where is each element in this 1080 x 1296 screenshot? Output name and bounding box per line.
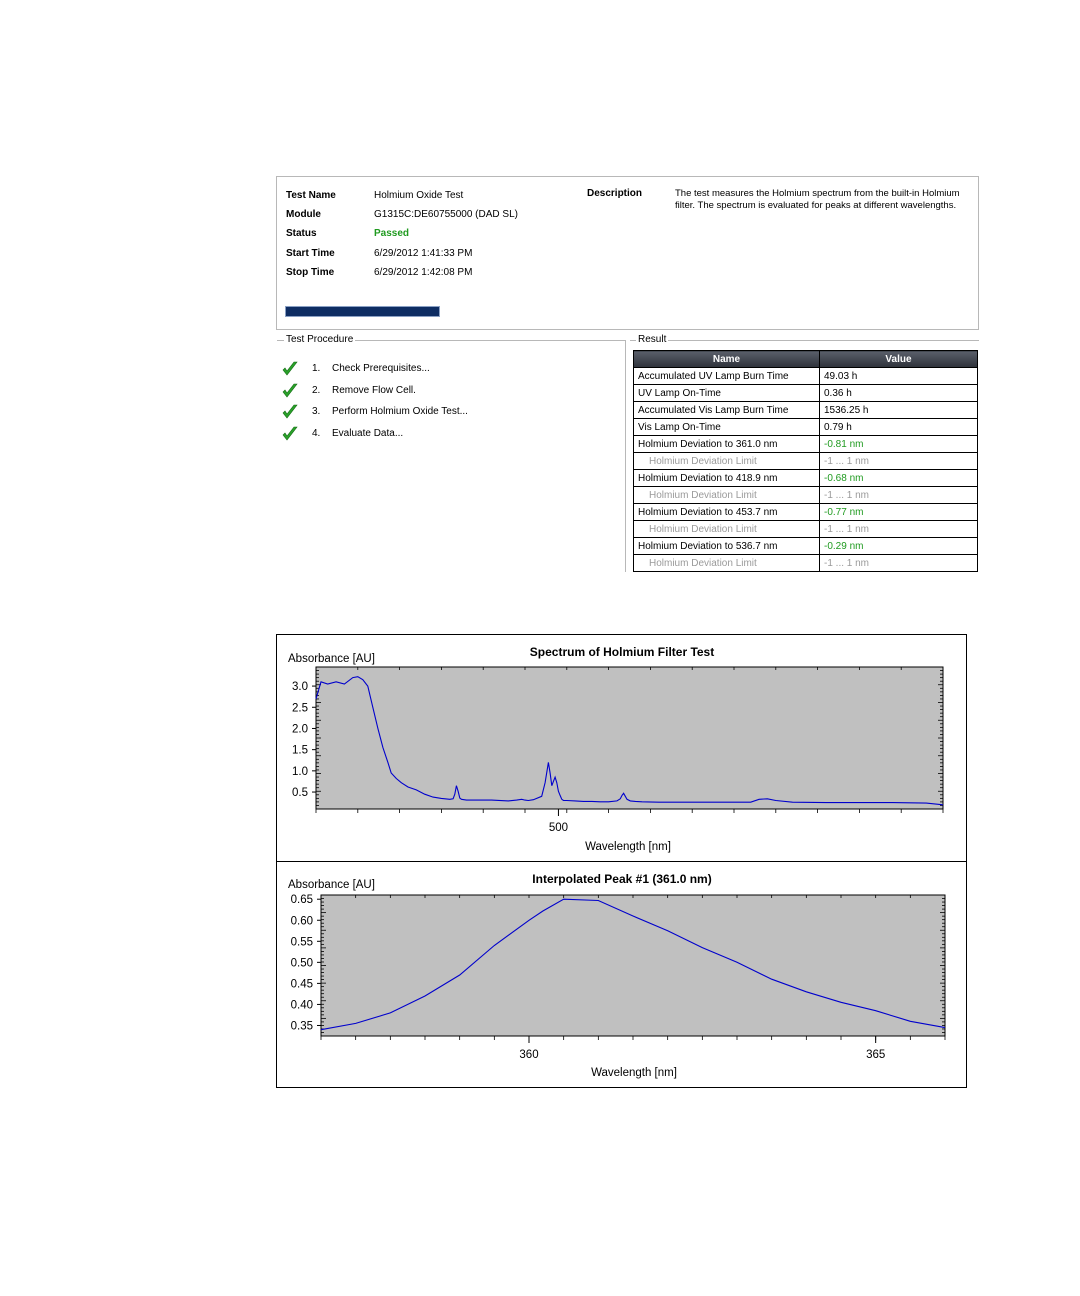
table-row[interactable]: Holmium Deviation to 453.7 nm -0.77 nm [633,503,978,521]
check-icon [282,361,298,376]
table-row[interactable]: Holmium Deviation Limit -1 ... 1 nm [633,520,978,538]
row-value: -1 ... 1 nm [819,486,978,504]
step-label: Check Prerequisites... [332,363,430,374]
check-icon [282,426,298,441]
row-value: 49.03 h [819,367,978,385]
column-header-value[interactable]: Value [819,350,978,368]
progress-bar [285,306,440,317]
table-row[interactable]: Accumulated UV Lamp Burn Time 49.03 h [633,367,978,385]
row-name: Vis Lamp On-Time [633,418,820,436]
start-time-label: Start Time [286,248,335,259]
table-header-row: Name Value [633,350,978,368]
step-number: 4. [312,428,321,439]
table-row[interactable]: UV Lamp On-Time 0.36 h [633,384,978,402]
step-label: Remove Flow Cell. [332,385,416,396]
row-name: Holmium Deviation Limit [633,520,820,538]
row-name: Holmium Deviation to 453.7 nm [633,503,820,521]
row-name: Accumulated Vis Lamp Burn Time [633,401,820,419]
status-badge: Passed [374,228,410,239]
row-name: Holmium Deviation Limit [633,486,820,504]
step-label: Perform Holmium Oxide Test... [332,406,468,417]
test-name-value: Holmium Oxide Test [374,190,464,201]
step-label: Evaluate Data... [332,428,404,439]
table-row[interactable]: Holmium Deviation to 361.0 nm -0.81 nm [633,435,978,453]
start-time-value: 6/29/2012 1:41:33 PM [374,248,473,259]
module-value: G1315C:DE60755000 (DAD SL) [374,209,518,220]
column-header-name[interactable]: Name [633,350,820,368]
table-row[interactable]: Holmium Deviation to 536.7 nm -0.29 nm [633,537,978,555]
stop-time-value: 6/29/2012 1:42:08 PM [374,267,473,278]
description-text: The test measures the Holmium spectrum f… [675,188,960,211]
row-name: Holmium Deviation to 536.7 nm [633,537,820,555]
test-info-panel: Test Name Holmium Oxide Test Module G131… [276,176,979,330]
stop-time-label: Stop Time [286,267,335,278]
test-procedure-panel: Test Procedure 1. Check Prerequisites...… [276,334,626,572]
row-name: Holmium Deviation Limit [633,452,820,470]
row-name: Holmium Deviation to 361.0 nm [633,435,820,453]
table-row[interactable]: Holmium Deviation Limit -1 ... 1 nm [633,486,978,504]
result-title: Result [636,334,669,345]
result-table: Name Value Accumulated UV Lamp Burn Time… [633,350,978,572]
chart-divider [276,861,967,862]
row-value: 0.79 h [819,418,978,436]
row-value: -1 ... 1 nm [819,554,978,572]
module-label: Module [286,209,321,220]
row-name: Holmium Deviation Limit [633,554,820,572]
row-value: -0.29 nm [819,537,978,555]
row-name: Holmium Deviation to 418.9 nm [633,469,820,487]
result-panel: Result Name Value Accumulated UV Lamp Bu… [630,334,979,572]
row-value: -0.77 nm [819,503,978,521]
table-row[interactable]: Vis Lamp On-Time 0.79 h [633,418,978,436]
check-icon [282,404,298,419]
row-value: 0.36 h [819,384,978,402]
table-row[interactable]: Accumulated Vis Lamp Burn Time 1536.25 h [633,401,978,419]
row-value: -0.81 nm [819,435,978,453]
row-value: -0.68 nm [819,469,978,487]
step-number: 2. [312,385,321,396]
step-number: 3. [312,406,321,417]
check-icon [282,383,298,398]
row-name: UV Lamp On-Time [633,384,820,402]
row-value: -1 ... 1 nm [819,452,978,470]
row-value: 1536.25 h [819,401,978,419]
row-name: Accumulated UV Lamp Burn Time [633,367,820,385]
description-label: Description [587,188,643,199]
row-value: -1 ... 1 nm [819,520,978,538]
table-row[interactable]: Holmium Deviation Limit -1 ... 1 nm [633,554,978,572]
test-name-label: Test Name [286,190,336,201]
table-row[interactable]: Holmium Deviation Limit -1 ... 1 nm [633,452,978,470]
test-procedure-title: Test Procedure [284,334,356,345]
table-row[interactable]: Holmium Deviation to 418.9 nm -0.68 nm [633,469,978,487]
step-number: 1. [312,363,321,374]
status-label: Status [286,228,317,239]
